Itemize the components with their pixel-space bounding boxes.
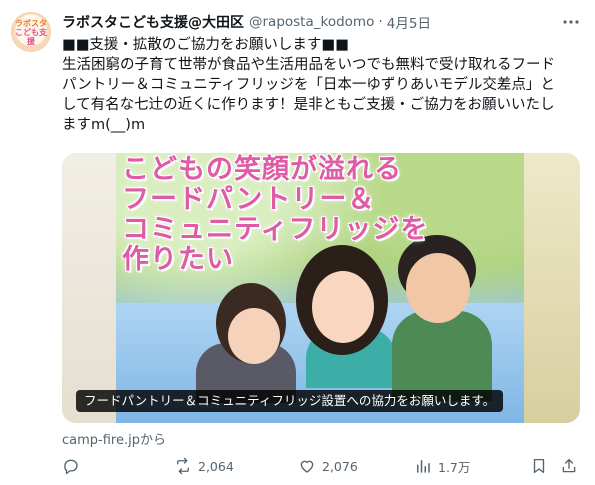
- media-photo[interactable]: こどもの笑顔が溢れる フードパントリー＆ コミュニティフリッジを 作りたい: [116, 153, 524, 423]
- share-icon: [562, 458, 576, 473]
- media-caption: フードパントリー＆コミュニティフリッジ設置への協力をお願いします。: [76, 390, 504, 412]
- views-button[interactable]: 1.7万: [414, 455, 470, 477]
- post-date[interactable]: 4月5日: [387, 12, 431, 32]
- retweet-icon: [177, 457, 189, 475]
- action-bar: 2,064 2,076 1.7万: [62, 455, 584, 477]
- views-count: 1.7万: [438, 459, 471, 475]
- media-card[interactable]: こどもの笑顔が溢れる フードパントリー＆ コミュニティフリッジを 作りたい フー…: [62, 153, 580, 423]
- retweet-count: 2,064: [198, 458, 234, 474]
- child-face: [312, 271, 374, 343]
- like-icon: [300, 460, 314, 473]
- child-face: [228, 308, 280, 364]
- views-icon: [417, 460, 430, 473]
- more-icon: [563, 20, 579, 24]
- reply-button[interactable]: [62, 455, 80, 477]
- bookmark-icon: [533, 458, 545, 474]
- like-button[interactable]: 2,076: [298, 455, 358, 477]
- child-body: [392, 311, 492, 401]
- post-text: ■■支援・拡散のご協力をお願いします■■ 生活困窮の子育て世帯が食品や生活用品を…: [62, 35, 582, 135]
- share-button[interactable]: [560, 455, 578, 477]
- reply-icon: [64, 459, 78, 475]
- media-blur-right: [524, 153, 580, 423]
- avatar-text-line2: こども支援: [15, 27, 47, 46]
- display-name[interactable]: ラボスタこども支援@大田区: [62, 12, 244, 32]
- media-headline: こどもの笑顔が溢れる フードパントリー＆ コミュニティフリッジを 作りたい: [122, 154, 429, 275]
- post-text-line: ■■支援・拡散のご協力をお願いします■■: [62, 37, 349, 53]
- separator-dot: ·: [378, 14, 383, 30]
- avatar[interactable]: ラボスタ こども支援: [11, 12, 51, 52]
- media-blur-left: [62, 153, 116, 423]
- post-text-line: して有名な七辻の近くに作ります！是非ともご支援・ご協力をお願いいたし: [62, 97, 555, 113]
- post-text-line: ますm(__)m: [62, 117, 146, 133]
- user-handle[interactable]: @raposta_kodomo: [249, 14, 374, 30]
- like-count: 2,076: [322, 458, 358, 474]
- tweet-header: ラボスタこども支援@大田区 @raposta_kodomo · 4月5日: [62, 12, 431, 32]
- more-options-button[interactable]: [560, 12, 582, 32]
- post-text-line: 生活困窮の子育て世帯が食品や生活用品をいつでも無料で受け取れるフード: [62, 57, 555, 73]
- tweet[interactable]: ラボスタ こども支援 ラボスタこども支援@大田区 @raposta_kodomo…: [0, 0, 595, 485]
- retweet-button[interactable]: 2,064: [174, 455, 234, 477]
- link-source[interactable]: camp-fire.jpから: [62, 429, 166, 448]
- post-text-line: パントリー＆コミュニティフリッジを「日本一ゆずりあいモデル交差点」と: [62, 77, 555, 93]
- bookmark-button[interactable]: [530, 455, 548, 477]
- avatar-text-line1: ラボスタ: [15, 18, 47, 28]
